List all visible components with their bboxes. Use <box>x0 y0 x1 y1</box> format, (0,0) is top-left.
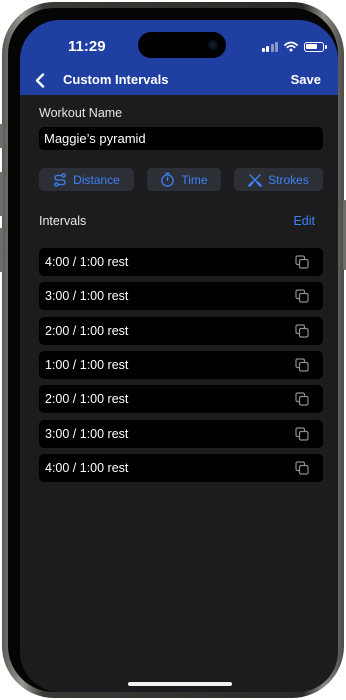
status-time: 11:29 <box>68 38 106 55</box>
interval-row[interactable]: 4:00 / 1:00 rest <box>39 248 323 276</box>
duplicate-icon[interactable] <box>295 427 309 441</box>
phone-frame: 11:29 Custom Intervals Save Workout Name… <box>0 2 346 698</box>
time-label: Time <box>181 172 208 187</box>
battery-icon <box>304 41 327 52</box>
home-indicator[interactable] <box>128 682 232 686</box>
duplicate-icon[interactable] <box>295 358 309 372</box>
interval-row[interactable]: 1:00 / 1:00 rest <box>39 351 323 379</box>
volume-up-button <box>0 172 3 216</box>
distance-button[interactable]: Distance <box>39 168 134 191</box>
interval-label: 4:00 / 1:00 rest <box>45 255 129 269</box>
interval-row[interactable]: 2:00 / 1:00 rest <box>39 317 323 345</box>
edit-button[interactable]: Edit <box>293 214 315 228</box>
page-title: Custom Intervals <box>63 72 169 87</box>
interval-label: 3:00 / 1:00 rest <box>45 289 129 303</box>
status-icons <box>261 41 327 52</box>
interval-label: 2:00 / 1:00 rest <box>45 392 129 406</box>
interval-label: 4:00 / 1:00 rest <box>45 461 129 475</box>
strokes-button[interactable]: Strokes <box>234 168 323 191</box>
route-icon <box>54 172 66 187</box>
workout-name-label: Workout Name <box>39 106 123 120</box>
screen: 11:29 Custom Intervals Save Workout Name… <box>20 20 338 692</box>
interval-row[interactable]: 4:00 / 1:00 rest <box>39 454 323 482</box>
interval-row[interactable]: 3:00 / 1:00 rest <box>39 282 323 310</box>
app-header: 11:29 Custom Intervals Save <box>20 20 338 95</box>
duplicate-icon[interactable] <box>295 392 309 406</box>
duplicate-icon[interactable] <box>295 289 309 303</box>
interval-label: 1:00 / 1:00 rest <box>45 358 129 372</box>
volume-down-button <box>0 228 3 272</box>
interval-row[interactable]: 2:00 / 1:00 rest <box>39 385 323 413</box>
save-button[interactable]: Save <box>291 72 321 87</box>
interval-label: 3:00 / 1:00 rest <box>45 427 129 441</box>
duplicate-icon[interactable] <box>295 255 309 269</box>
duplicate-icon[interactable] <box>295 461 309 475</box>
chevron-left-icon <box>35 72 45 88</box>
strokes-label: Strokes <box>268 172 309 187</box>
dynamic-island <box>138 32 226 58</box>
duplicate-icon[interactable] <box>295 324 309 338</box>
intervals-label: Intervals <box>39 214 87 228</box>
stopwatch-icon <box>161 172 175 187</box>
bezel: 11:29 Custom Intervals Save Workout Name… <box>8 8 338 692</box>
side-button <box>0 124 3 148</box>
wifi-icon <box>284 41 298 52</box>
time-button[interactable]: Time <box>147 168 221 191</box>
interval-row[interactable]: 3:00 / 1:00 rest <box>39 420 323 448</box>
interval-label: 2:00 / 1:00 rest <box>45 324 129 338</box>
oars-icon <box>248 173 262 187</box>
back-button[interactable] <box>32 71 48 89</box>
workout-name-field[interactable]: Maggie’s pyramid <box>39 127 323 150</box>
cellular-signal-icon <box>261 41 278 52</box>
distance-label: Distance <box>73 172 120 187</box>
camera-icon <box>208 40 218 50</box>
